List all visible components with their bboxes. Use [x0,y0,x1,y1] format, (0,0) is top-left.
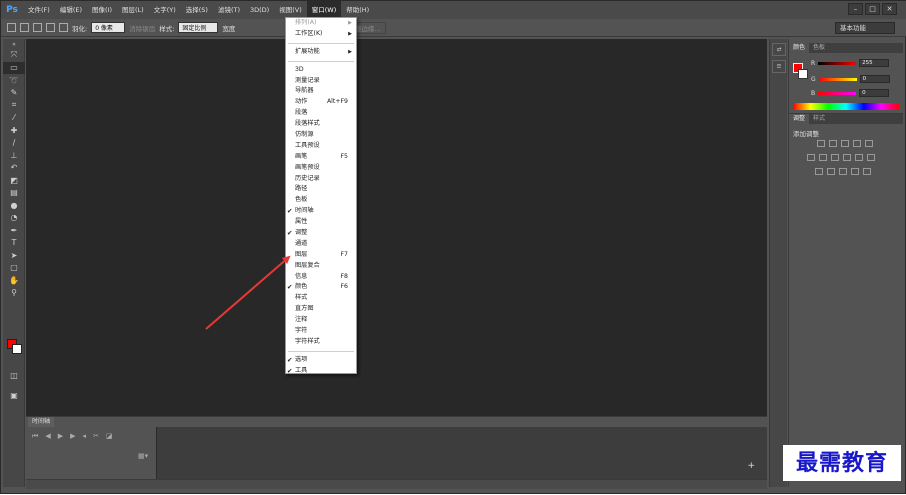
photoshop-window: Ps 文件(F) 编辑(E) 图像(I) 图层(L) 文字(Y) 选择(S) 滤… [0,0,906,494]
annotation-arrow [205,255,291,330]
watermark-logo: 最需教育 [783,445,901,481]
